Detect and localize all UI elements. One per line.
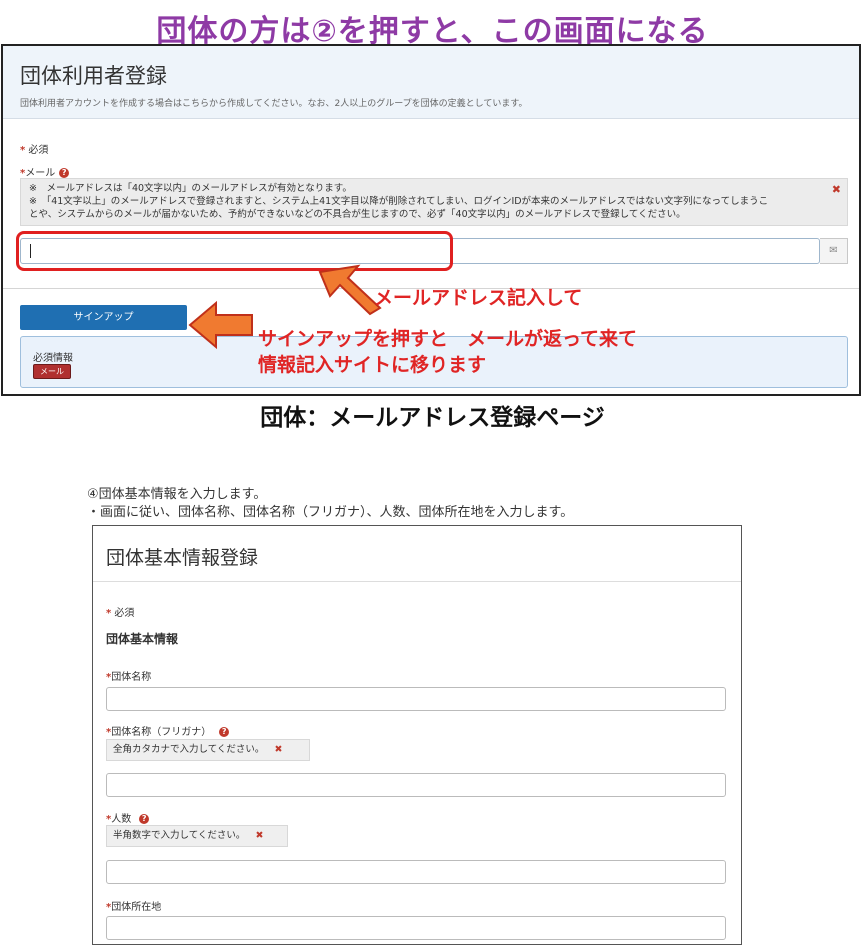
address-input[interactable] (106, 916, 726, 940)
required-legend: * 必須 (20, 141, 48, 156)
count-hint: 半角数字で入力してください。 ✖ (106, 825, 288, 847)
close-icon[interactable]: ✖ (274, 744, 282, 755)
field-label-group-name: *団体名称 (106, 668, 151, 683)
signup-annotation-line: サインアップを押すと メールが返って来て (258, 328, 638, 350)
arrow-left-icon (188, 300, 253, 350)
email-notice-line: ※ 「41文字以上」のメールアドレスで登録されますと、システム上41文字目以降が… (29, 196, 769, 207)
field-label-text: 団体名称（フリガナ） (111, 727, 212, 738)
field-label-text: 団体所在地 (111, 902, 162, 913)
required-info-badge: メール (33, 364, 71, 379)
required-legend-label: 必須 (114, 608, 135, 619)
highlight-outline (16, 231, 453, 271)
divider (93, 581, 741, 582)
signup-title: 団体利用者登録 (20, 64, 167, 88)
step-line: ・画面に従い、団体名称、団体名称（フリガナ）、人数、団体所在地を入力します。 (87, 505, 574, 520)
field-label-text: 団体名称 (111, 672, 152, 683)
signup-description: 団体利用者アカウントを作成する場合はこちらから作成してください。なお、2人以上の… (20, 99, 528, 109)
help-icon[interactable]: ? (139, 814, 150, 824)
member-count-input[interactable] (106, 860, 726, 884)
step-instructions: ④団体基本情報を入力します。 ・画面に従い、団体名称、団体名称（フリガナ）、人数… (87, 486, 573, 522)
email-notice-line: ※ メールアドレスは「40文字以内」のメールアドレスが有効となります。 (29, 183, 352, 194)
signup-header: 団体利用者登録 団体利用者アカウントを作成する場合はこちらから作成してください。… (3, 46, 859, 119)
envelope-icon: ✉ (820, 238, 848, 264)
field-label-group-kana: *団体名称（フリガナ）? (106, 723, 230, 738)
group-kana-input[interactable] (106, 773, 726, 797)
required-star: * (106, 608, 112, 619)
email-notice: ※ メールアドレスは「40文字以内」のメールアドレスが有効となります。 ※ 「4… (20, 178, 848, 226)
required-info-title: 必須情報 (33, 353, 73, 364)
required-legend: * 必須 (106, 604, 134, 619)
close-icon[interactable]: ✖ (832, 183, 841, 196)
basic-info-screenshot-panel: 団体基本情報登録 * 必須 団体基本情報 *団体名称 *団体名称（フリガナ）? … (92, 525, 742, 945)
email-label: *メール? (20, 164, 70, 179)
field-label-text: 人数 (111, 814, 132, 825)
step-line: ④団体基本情報を入力します。 (87, 487, 267, 502)
required-legend-label: 必須 (28, 145, 49, 156)
help-icon[interactable]: ? (219, 727, 230, 737)
help-icon[interactable]: ? (59, 168, 70, 178)
field-label-member-count: *人数? (106, 810, 150, 825)
email-notice-line: とや、システムからのメールが届かないため、予約ができないなどの不具合が生じますの… (29, 209, 686, 220)
signup-annotation-line: 情報記入サイトに移ります (258, 354, 487, 376)
section-caption: 団体：メールアドレス登録ページ (260, 405, 605, 431)
kana-hint: 全角カタカナで入力してください。 ✖ (106, 739, 310, 761)
email-annotation: メールアドレス記入して (374, 287, 583, 309)
hint-text: 全角カタカナで入力してください。 (113, 744, 265, 755)
section-title: 団体基本情報 (106, 632, 179, 646)
signup-button[interactable]: サインアップ (20, 305, 187, 330)
field-label-address: *団体所在地 (106, 898, 161, 913)
basic-info-title: 団体基本情報登録 (106, 547, 259, 569)
hint-text: 半角数字で入力してください。 (113, 830, 246, 841)
required-star: * (20, 145, 26, 156)
group-name-input[interactable] (106, 687, 726, 711)
signup-annotation: サインアップを押すと メールが返って来て 情報記入サイトに移ります (258, 326, 637, 378)
close-icon[interactable]: ✖ (255, 830, 263, 841)
